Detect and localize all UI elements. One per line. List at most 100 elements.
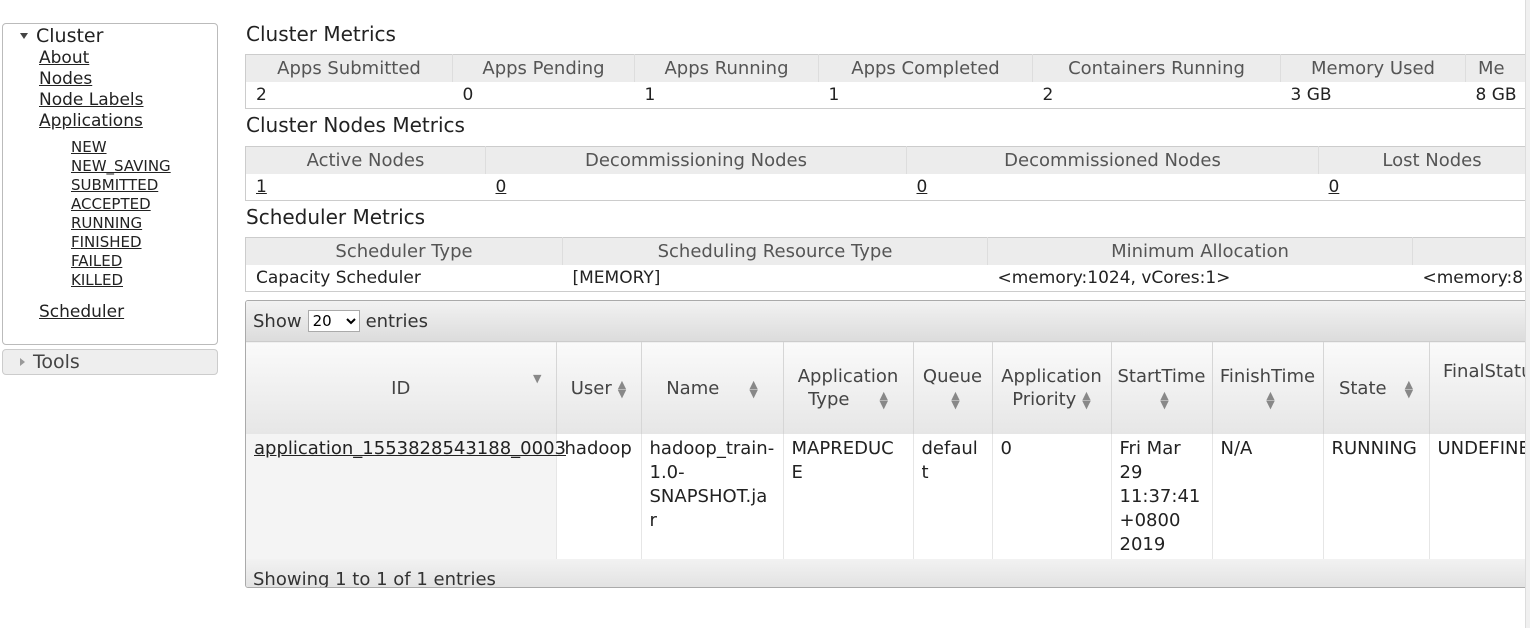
nodes-metrics-table: Active Nodes Decommissioning Nodes Decom… [245, 146, 1530, 201]
column-name-label: Name [666, 377, 720, 399]
state-link-new-saving[interactable]: NEW_SAVING [71, 157, 171, 175]
header-decommissioned-nodes: Decommissioned Nodes [906, 146, 1319, 174]
value-lost-nodes[interactable]: 0 [1329, 177, 1340, 197]
page-size-select[interactable]: 20 [307, 310, 360, 332]
sort-arrows-icon: ▲ ▼ [617, 377, 627, 400]
value-containers-running: 2 [1032, 82, 1281, 109]
page-scrollbar[interactable] [1525, 0, 1530, 628]
scheduler-metrics-title: Scheduler Metrics [246, 205, 426, 229]
sort-arrows-icon: ▲ ▼ [879, 389, 888, 411]
cell-finish-time: N/A [1211, 434, 1323, 559]
column-user-label: User [570, 377, 612, 399]
column-queue[interactable]: Queue ▲ ▼ [912, 341, 992, 434]
state-link-finished[interactable]: FINISHED [71, 233, 142, 251]
value-memory-total: 8 GB [1465, 82, 1530, 109]
sort-arrows-icon: ▲ ▼ [1082, 389, 1091, 411]
value-scheduler-type: Capacity Scheduler [245, 265, 563, 292]
cluster-header[interactable]: Cluster [3, 24, 217, 48]
column-user[interactable]: User ▲ ▼ [555, 341, 641, 434]
table-info: Showing 1 to 1 of 1 entries [246, 559, 1530, 588]
header-decommissioning-nodes: Decommissioning Nodes [485, 146, 907, 174]
column-type-label-1: Application [797, 366, 899, 387]
value-memory-used: 3 GB [1280, 82, 1466, 109]
header-minimum-allocation: Minimum Allocation [987, 237, 1413, 265]
column-state-label: State [1338, 377, 1387, 399]
cell-state: RUNNING [1322, 434, 1429, 559]
column-application-priority[interactable]: Application Priority ▲ ▼ [991, 341, 1111, 434]
tools-label: Tools [33, 351, 80, 373]
value-apps-running: 1 [634, 82, 819, 109]
column-final-status-label: FinalStatu [1443, 361, 1530, 382]
column-finish-time[interactable]: FinishTime ▲ ▼ [1211, 341, 1323, 434]
tools-header[interactable]: Tools [3, 350, 217, 374]
nodes-metrics-title: Cluster Nodes Metrics [246, 113, 465, 137]
value-scheduling-resource-type: [MEMORY] [562, 265, 988, 292]
applications-panel: Show 20 entries ID ▼ User ▲ ▼ Name ▲ ▼ Applic… [245, 300, 1530, 588]
nav-link-about[interactable]: About [39, 48, 89, 68]
nav-link-nodes[interactable]: Nodes [39, 69, 92, 89]
header-scheduling-resource-type: Scheduling Resource Type [562, 237, 988, 265]
column-id[interactable]: ID ▼ [246, 341, 556, 434]
value-decommissioning-nodes[interactable]: 0 [496, 177, 507, 197]
cluster-metrics-table: Apps Submitted Apps Pending Apps Running… [245, 54, 1530, 109]
state-link-running[interactable]: RUNNING [71, 214, 142, 232]
column-final-status[interactable]: FinalStatu [1428, 341, 1530, 434]
nav-link-applications[interactable]: Applications [39, 111, 143, 131]
cell-application-type: MAPREDUCE [782, 434, 913, 559]
cluster-metrics-title: Cluster Metrics [246, 22, 396, 46]
nav-link-node-labels[interactable]: Node Labels [39, 90, 144, 110]
header-apps-pending: Apps Pending [452, 54, 635, 82]
state-link-failed[interactable]: FAILED [71, 252, 122, 270]
column-priority-label-1: Application [1001, 366, 1102, 387]
state-link-killed[interactable]: KILLED [71, 271, 123, 289]
column-state[interactable]: State ▲ ▼ [1322, 341, 1429, 434]
tools-panel[interactable]: Tools [2, 349, 218, 375]
column-name[interactable]: Name ▲ ▼ [640, 341, 783, 434]
cell-start-time: Fri Mar 29 11:37:41 +0800 2019 [1110, 434, 1212, 559]
table-row: application_1553828543188_0003 hadoop ha… [246, 434, 1530, 559]
header-apps-submitted: Apps Submitted [245, 54, 453, 82]
state-link-new[interactable]: NEW [71, 138, 107, 156]
sort-arrows-icon: ▲ ▼ [1404, 377, 1414, 400]
sort-arrows-icon: ▲ ▼ [1266, 389, 1275, 411]
value-maximum-allocation: <memory:81 [1412, 265, 1530, 292]
value-active-nodes[interactable]: 1 [256, 177, 267, 197]
show-label: Show [253, 310, 302, 332]
applications-table: ID ▼ User ▲ ▼ Name ▲ ▼ Application Type ▲ ▼ Queu… [246, 341, 1530, 559]
showing-entries-text: Showing 1 to 1 of 1 entries [253, 568, 496, 588]
table-length-control: Show 20 entries [246, 301, 1530, 341]
scheduler-metrics-table: Scheduler Type Scheduling Resource Type … [245, 237, 1530, 292]
header-apps-completed: Apps Completed [818, 54, 1033, 82]
main-content: Cluster Metrics Apps Submitted Apps Pend… [245, 0, 1530, 628]
triangle-right-icon [20, 358, 25, 366]
state-link-submitted[interactable]: SUBMITTED [71, 176, 158, 194]
cell-queue: default [912, 434, 992, 559]
nav-link-scheduler[interactable]: Scheduler [39, 302, 124, 322]
cell-priority: 0 [991, 434, 1111, 559]
sort-desc-icon: ▼ [533, 372, 542, 385]
column-application-type[interactable]: Application Type ▲ ▼ [782, 341, 913, 434]
header-scheduler-type: Scheduler Type [245, 237, 563, 265]
sort-arrows-icon: ▲ ▼ [749, 377, 758, 400]
app-id-link[interactable]: application_1553828543188_0003 [254, 438, 566, 459]
header-apps-running: Apps Running [634, 54, 819, 82]
header-active-nodes: Active Nodes [245, 146, 486, 174]
value-apps-completed: 1 [818, 82, 1033, 109]
entries-label: entries [365, 310, 428, 332]
column-start-time[interactable]: StartTime ▲ ▼ [1110, 341, 1212, 434]
value-decommissioned-nodes[interactable]: 0 [917, 177, 928, 197]
value-minimum-allocation: <memory:1024, vCores:1> [987, 265, 1413, 292]
state-link-accepted[interactable]: ACCEPTED [71, 195, 151, 213]
header-memory-used: Memory Used [1280, 54, 1466, 82]
value-apps-submitted: 2 [245, 82, 453, 109]
cell-user: hadoop [555, 434, 641, 559]
column-start-time-label: StartTime [1117, 366, 1206, 387]
cell-final-status: UNDEFINE [1428, 434, 1530, 559]
header-maximum-allocation [1412, 237, 1530, 265]
cluster-nav: About Nodes Node Labels Applications NEW… [3, 48, 217, 323]
sort-arrows-icon: ▲ ▼ [951, 389, 960, 411]
header-containers-running: Containers Running [1032, 54, 1281, 82]
cluster-panel: Cluster About Nodes Node Labels Applicat… [2, 23, 218, 345]
value-apps-pending: 0 [452, 82, 635, 109]
header-memory-total: Me [1465, 54, 1530, 82]
